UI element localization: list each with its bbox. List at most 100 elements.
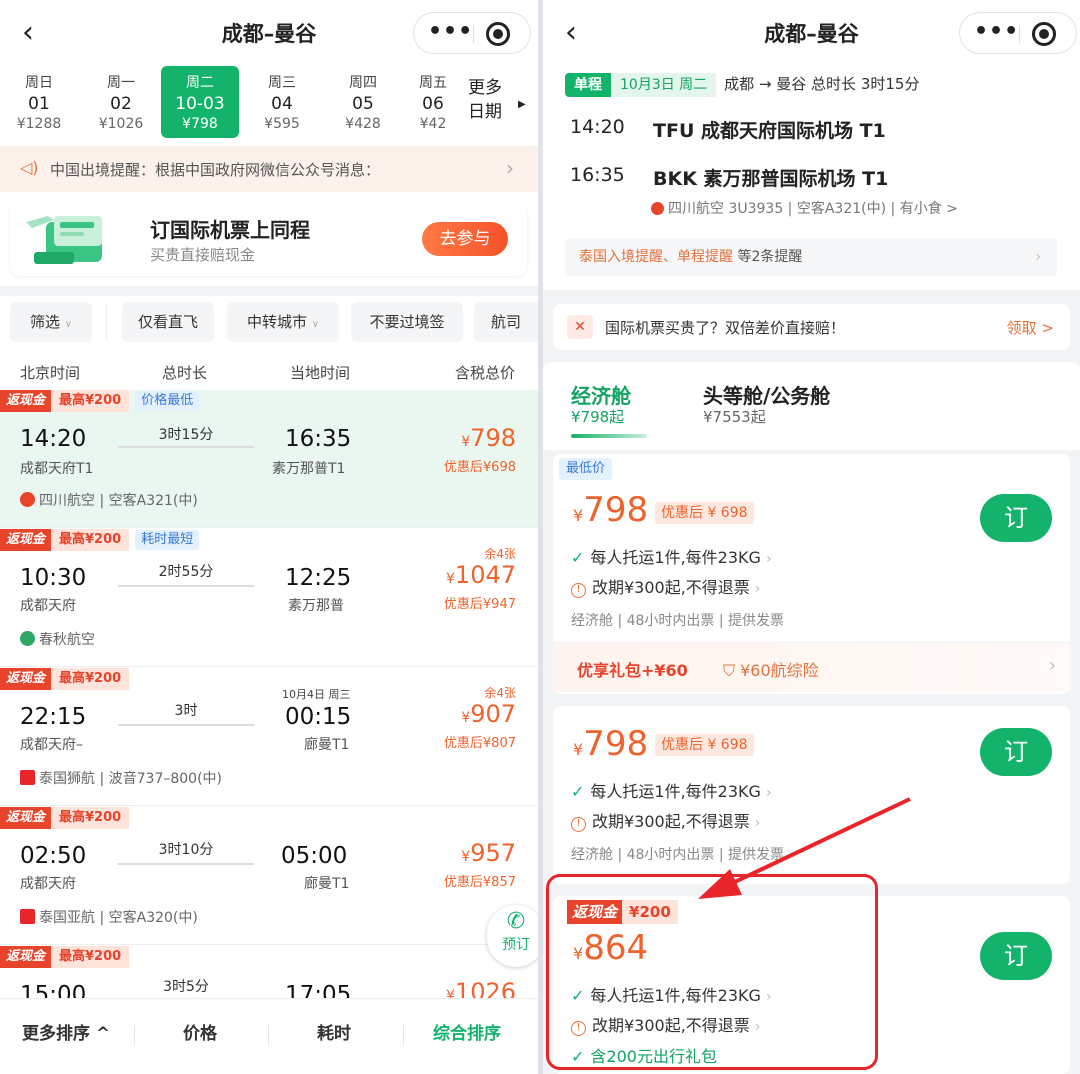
capsule-divider: [1019, 25, 1020, 43]
date-item-selected[interactable]: 周二 10-03 ¥798: [161, 66, 239, 138]
departure-airport: 成都天府–: [20, 737, 83, 753]
cashback-max: 最高¥200: [51, 946, 130, 968]
trip-date: 10月3日 周二: [611, 73, 717, 97]
flight-row[interactable]: 返现金 最高¥200 02:50 成都天府 3时10分 05:00 廊曼T1 ¥9…: [0, 807, 538, 945]
sichuan-airlines-logo-icon: [20, 492, 35, 507]
date-price: ¥42: [419, 116, 447, 132]
flight-price: ¥798: [461, 424, 516, 452]
more-menu-icon[interactable]: •••: [974, 21, 1018, 43]
sort-duration-button[interactable]: 耗时: [317, 1019, 351, 1044]
airline-filter[interactable]: 航司: [474, 302, 538, 342]
arrival-time: 00:15: [285, 704, 352, 730]
discount-tag: 优惠后 ¥ 698: [655, 502, 754, 524]
currency-symbol: ¥: [461, 434, 471, 450]
airline-info: 春秋航空: [20, 629, 95, 649]
spring-airlines-logo-icon: [20, 631, 35, 646]
filter-label: 不要过境签: [369, 313, 445, 331]
promo-banner[interactable]: 订国际机票上同程 买贵直接赔现金 去参与: [10, 202, 527, 276]
book-button[interactable]: 订: [980, 932, 1052, 980]
date-price: ¥595: [264, 116, 300, 132]
segment-info-text: 四川航空 3U3935 | 空客A321(中) | 有小食 >: [668, 201, 958, 217]
filter-bar: 筛选 ∨ 仅看直飞 中转城市 ∨ 不要过境签 航司: [0, 300, 538, 344]
date-item[interactable]: 周三 04 ¥595: [243, 66, 321, 138]
join-button[interactable]: 去参与: [422, 222, 508, 256]
price-value: 798: [470, 424, 516, 452]
date-day: 10-03: [175, 94, 225, 114]
claim-link[interactable]: 领取 >: [1007, 317, 1054, 338]
transfer-city-filter[interactable]: 中转城市 ∨: [227, 302, 339, 342]
gift-package-text: 优享礼包+¥60: [577, 661, 688, 680]
sort-overall-button[interactable]: 综合排序: [433, 1019, 501, 1044]
date-price: ¥798: [182, 116, 218, 132]
trip-type-tag: 单程: [565, 73, 611, 97]
capsule-divider: [473, 25, 474, 43]
book-button[interactable]: 订: [980, 494, 1052, 542]
cashback-label: 返现金: [0, 529, 52, 551]
filter-button[interactable]: 筛选 ∨: [10, 302, 92, 342]
right-topbar: ‹ 成都–曼谷 •••: [543, 0, 1080, 66]
speaker-icon: ◁): [20, 158, 39, 177]
cashback-label: 返现金: [0, 390, 52, 412]
sort-bar: 更多排序 ^ 价格 耗时 综合排序: [0, 998, 538, 1074]
arrival-time: 16:35: [285, 426, 352, 452]
more-menu-icon[interactable]: •••: [428, 21, 472, 43]
arrow-annotation-icon: [698, 797, 911, 899]
flight-duration: 3时5分: [163, 979, 209, 995]
arrival-airport: 素万那普: [288, 598, 344, 614]
baggage-info[interactable]: ✓ 每人托运1件,每件23KG ›: [571, 544, 772, 568]
filter-label: 筛选: [29, 313, 60, 331]
flight-row[interactable]: 返现金 最高¥200 余4张 10月4日 周三 22:15 成都天府– 3时 00…: [0, 668, 538, 806]
more-sort-button[interactable]: 更多排序 ^: [22, 1019, 110, 1044]
seats-remaining: 余4张: [484, 547, 516, 561]
price-guarantee-banner[interactable]: ✕ 国际机票买贵了？双倍差价直接赔！ 领取 >: [553, 304, 1070, 350]
no-transit-visa-filter[interactable]: 不要过境签: [351, 302, 463, 342]
duration-line: [118, 446, 254, 448]
tab-economy[interactable]: 经济舱: [571, 380, 631, 409]
chevron-right-icon: ›: [506, 156, 514, 180]
close-target-icon[interactable]: [486, 22, 510, 46]
direct-only-filter[interactable]: 仅看直飞: [122, 302, 214, 342]
price-value: 907: [470, 700, 516, 728]
shortest-time-badge: 耗时最短: [135, 530, 200, 550]
cashback-max: 最高¥200: [51, 529, 130, 551]
date-price: ¥1026: [98, 116, 144, 132]
flight-row[interactable]: 返现金 最高¥200 15:00 3时5分 17:05 ¥1026: [0, 946, 538, 1008]
fare-meta: 经济舱 | 48小时内出票 | 提供发票: [571, 613, 785, 629]
more-dates-button[interactable]: 更多 日期 ▶: [468, 76, 538, 124]
date-item[interactable]: 周五 06 ¥42: [405, 66, 461, 138]
date-price: ¥428: [345, 116, 381, 132]
flight-duration: 3时10分: [158, 842, 214, 858]
flight-row[interactable]: 返现金 最高¥200 耗时最短 余4张 10:30 成都天府 2时55分 12:25…: [0, 529, 538, 667]
change-policy[interactable]: ! 改期¥300起,不得退票 ›: [571, 574, 761, 598]
tab-first-business[interactable]: 头等舱/公务舱: [703, 380, 830, 409]
date-day: 02: [110, 94, 132, 114]
close-target-icon[interactable]: [1032, 22, 1056, 46]
filter-label: 中转城市: [246, 313, 307, 331]
date-item[interactable]: 周日 01 ¥1288: [0, 66, 78, 138]
call-booking-button[interactable]: ✆ 预订: [487, 905, 538, 967]
exit-notice-bar[interactable]: ◁) 中国出境提醒：根据中国政府网微信公众号消息： ›: [0, 146, 538, 192]
segment-info[interactable]: 四川航空 3U3935 | 空客A321(中) | 有小食 >: [651, 198, 958, 218]
date-item[interactable]: 周一 02 ¥1026: [82, 66, 160, 138]
departure-time: 14:20: [20, 426, 87, 452]
change-policy-text: 改期¥300起,不得退票: [592, 578, 750, 597]
date-item[interactable]: 周四 05 ¥428: [324, 66, 402, 138]
col-beijing-time: 北京时间: [20, 364, 81, 382]
sort-price-button[interactable]: 价格: [183, 1019, 217, 1044]
chevron-right-icon: ›: [754, 581, 761, 597]
miniapp-capsule: •••: [959, 12, 1077, 54]
sort-divider: [134, 1025, 135, 1045]
ticket-icon: ✕: [567, 315, 593, 339]
departure-airport: 成都天府: [20, 876, 76, 892]
chevron-right-icon: ›: [766, 551, 772, 567]
reminders-bar[interactable]: 泰国入境提醒、单程提醒 等2条提醒 ›: [565, 238, 1057, 276]
filter-divider: [106, 302, 112, 342]
col-duration: 总时长: [162, 364, 208, 382]
flight-row[interactable]: 返现金 最高¥200 价格最低 14:20 成都天府T1 3时15分 16:35 素…: [0, 390, 538, 528]
book-button[interactable]: 订: [980, 728, 1052, 776]
duration-line: [118, 863, 254, 865]
cabin-tabs: 经济舱 ¥798起 头等舱/公务舱 ¥7553起: [543, 362, 1080, 450]
date-price: ¥1288: [16, 116, 62, 132]
gift-package-bar[interactable]: 优享礼包+¥60 ⛉ ¥60航综险 ›: [553, 642, 1070, 692]
active-tab-indicator: [571, 434, 647, 438]
